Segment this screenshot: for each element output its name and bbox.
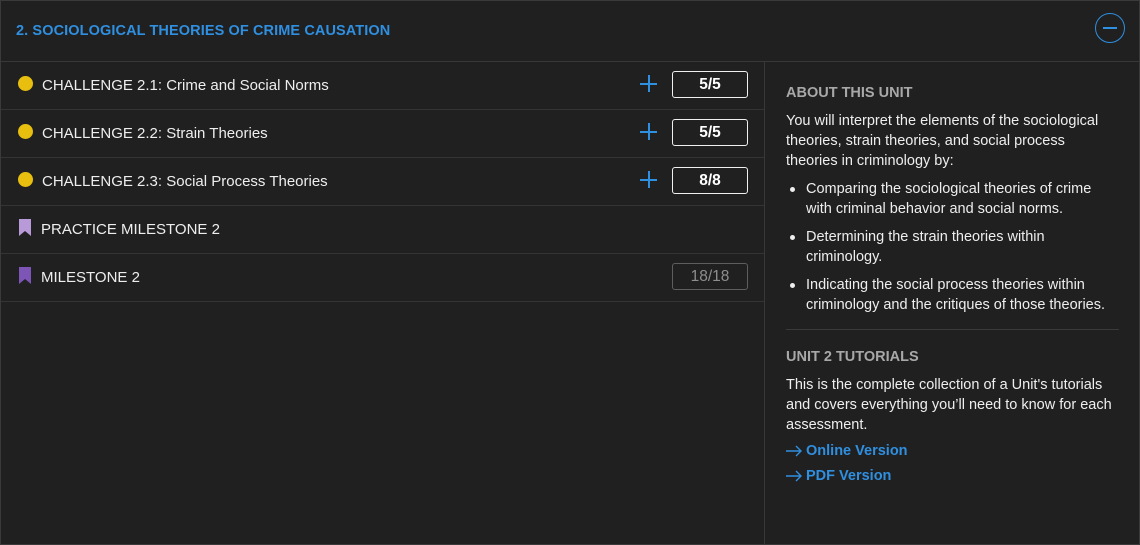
bookmark-icon — [19, 219, 31, 236]
plus-icon[interactable] — [640, 75, 657, 92]
bookmark-icon — [19, 267, 31, 284]
tutorials-description: This is the complete collection of a Uni… — [786, 377, 1112, 433]
unit-header: 2. SOCIOLOGICAL THEORIES OF CRIME CAUSAT… — [1, 1, 1139, 62]
bullet-item: Comparing the sociological theories of c… — [786, 179, 1119, 219]
online-version-link[interactable]: Online Version — [786, 441, 1119, 461]
plus-icon[interactable] — [640, 123, 657, 140]
arrow-right-icon — [786, 445, 802, 457]
tutorials-heading: UNIT 2 TUTORIALS — [786, 349, 919, 365]
challenge-list: CHALLENGE 2.1: Crime and Social Norms 5/… — [1, 62, 765, 544]
challenge-label[interactable]: CHALLENGE 2.1: Crime and Social Norms — [42, 77, 329, 94]
practice-milestone-row[interactable]: PRACTICE MILESTONE 2 — [1, 206, 764, 254]
score-badge: 8/8 — [672, 167, 748, 194]
unit-title[interactable]: 2. SOCIOLOGICAL THEORIES OF CRIME CAUSAT… — [16, 23, 390, 39]
milestone-label[interactable]: MILESTONE 2 — [41, 269, 140, 286]
pdf-version-link[interactable]: PDF Version — [786, 466, 1119, 486]
milestone-label[interactable]: PRACTICE MILESTONE 2 — [41, 221, 220, 238]
divider — [786, 329, 1119, 330]
yellow-dot-icon — [18, 172, 33, 187]
yellow-dot-icon — [18, 124, 33, 139]
unit-info: ABOUT THIS UNIT You will interpret the e… — [765, 62, 1139, 544]
about-intro: You will interpret the elements of the s… — [786, 113, 1099, 169]
link-label[interactable]: PDF Version — [806, 466, 891, 486]
yellow-dot-icon — [18, 76, 33, 91]
plus-icon[interactable] — [640, 171, 657, 188]
unit-panel: 2. SOCIOLOGICAL THEORIES OF CRIME CAUSAT… — [0, 0, 1140, 545]
about-bullets: Comparing the sociological theories of c… — [786, 179, 1119, 315]
challenge-label[interactable]: CHALLENGE 2.3: Social Process Theories — [42, 173, 328, 190]
milestone-row[interactable]: MILESTONE 2 18/18 — [1, 254, 764, 302]
arrow-right-icon — [786, 470, 802, 482]
about-heading: ABOUT THIS UNIT — [786, 85, 913, 101]
challenge-row-2-3[interactable]: CHALLENGE 2.3: Social Process Theories 8… — [1, 158, 764, 206]
link-label[interactable]: Online Version — [806, 441, 908, 461]
unit-content: CHALLENGE 2.1: Crime and Social Norms 5/… — [1, 62, 1139, 544]
collapse-button[interactable] — [1095, 13, 1125, 43]
score-badge: 5/5 — [672, 119, 748, 146]
challenge-label[interactable]: CHALLENGE 2.2: Strain Theories — [42, 125, 268, 142]
score-badge: 18/18 — [672, 263, 748, 290]
bullet-item: Determining the strain theories within c… — [786, 227, 1119, 267]
minus-circle-icon — [1103, 27, 1117, 29]
bullet-item: Indicating the social process theories w… — [786, 275, 1119, 315]
challenge-row-2-1[interactable]: CHALLENGE 2.1: Crime and Social Norms 5/… — [1, 62, 764, 110]
score-badge: 5/5 — [672, 71, 748, 98]
challenge-row-2-2[interactable]: CHALLENGE 2.2: Strain Theories 5/5 — [1, 110, 764, 158]
